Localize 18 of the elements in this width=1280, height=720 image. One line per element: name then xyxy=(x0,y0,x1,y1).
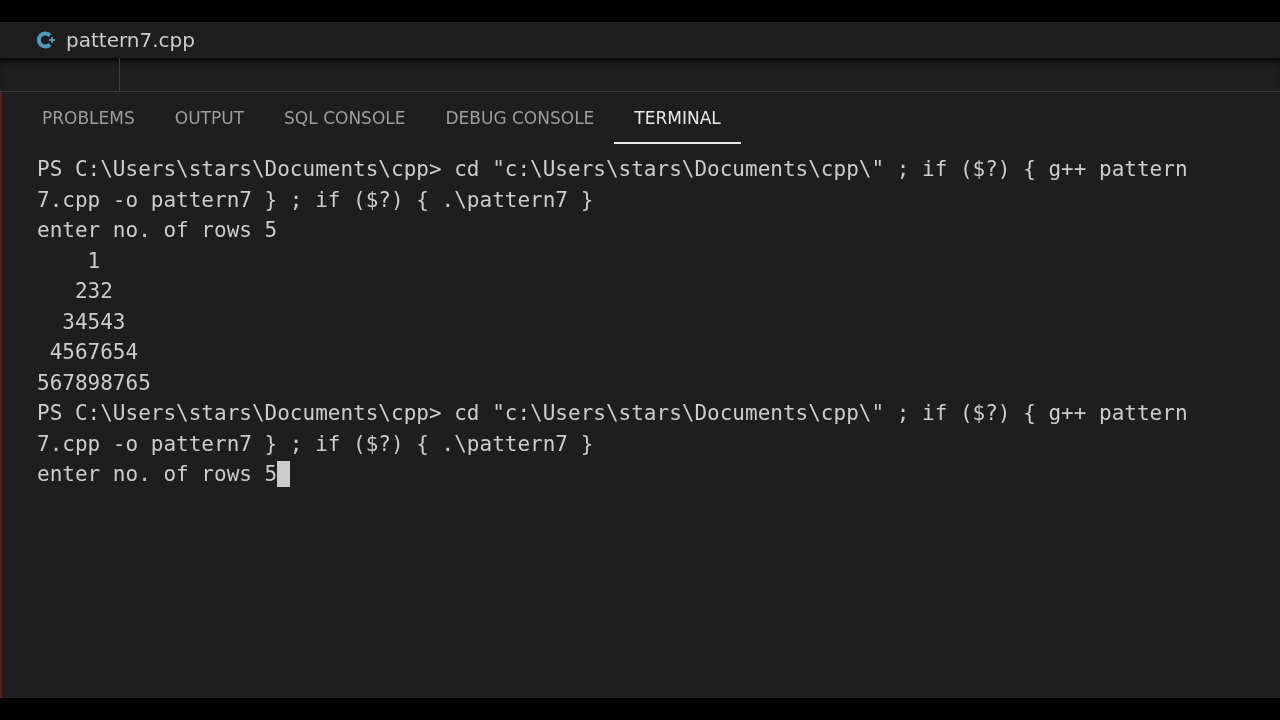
terminal-line: 567898765 xyxy=(37,369,151,397)
terminal-line: 232 xyxy=(73,278,113,305)
terminal-line: 34543 xyxy=(61,308,126,336)
panel-tab[interactable]: PROBLEMS xyxy=(22,96,155,144)
terminal-line: enter no. of rows 5 xyxy=(37,461,278,488)
panel-tab[interactable]: DEBUG CONSOLE xyxy=(425,96,615,144)
terminal-line: 7.cpp -o pattern7 } ; if ($?) { .\pattern7 } xyxy=(37,430,594,458)
terminal-line: PS C:\Users\stars\Documents\cpp> cd "c:\Users\stars\Documents\cpp\" ; if ($?) { g++ pattern xyxy=(37,400,1188,427)
panel-tab[interactable]: TERMINAL xyxy=(614,96,741,144)
terminal-line: 4567654 xyxy=(48,339,139,366)
panel-tab[interactable]: OUTPUT xyxy=(154,96,265,144)
terminal-line: 1 xyxy=(86,247,101,275)
cpp-file-icon xyxy=(36,30,56,50)
file-tab-title[interactable]: pattern7.cpp xyxy=(66,25,195,55)
terminal-line: enter no. of rows 5 xyxy=(37,217,278,244)
panel-tab[interactable]: SQL CONSOLE xyxy=(264,96,426,144)
terminal-line: 7.cpp -o pattern7 } ; if ($?) { .\pattern7 } xyxy=(37,186,594,214)
terminal-line: PS C:\Users\stars\Documents\cpp> cd "c:\Users\stars\Documents\cpp\" ; if ($?) { g++ pattern xyxy=(37,156,1188,183)
